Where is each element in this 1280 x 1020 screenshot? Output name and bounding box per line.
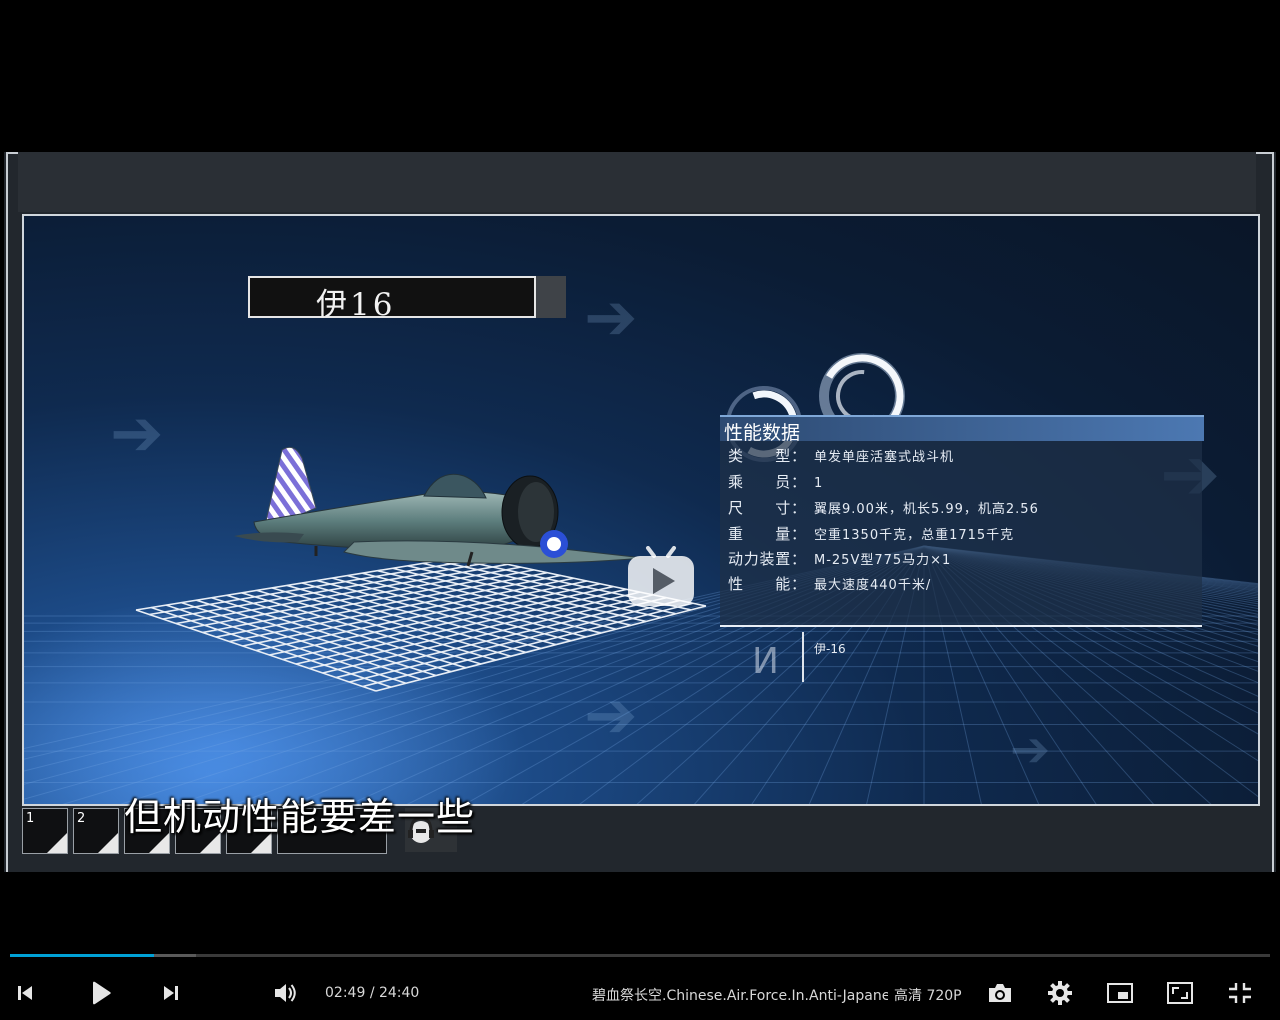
spec-label: 类 型：: [728, 447, 806, 465]
spec-row: 尺 寸： 翼展9.00米，机长5.99，机高2.56: [728, 497, 1039, 519]
fullscreen-exit-icon[interactable]: [1225, 970, 1255, 1016]
spec-label: 重 量：: [728, 525, 806, 543]
subtitle-text: 但机动性能要差一些: [124, 795, 476, 839]
next-icon[interactable]: [158, 970, 184, 1016]
volume-icon[interactable]: [270, 970, 300, 1016]
spec-value: 单发单座活塞式战斗机: [814, 450, 955, 465]
spec-value: 翼展9.00米，机长5.99，机高2.56: [814, 502, 1039, 517]
control-bar: 02:49 / 24:40 碧血祭长空.Chinese.Air.Force.In…: [0, 970, 1280, 1016]
spec-value: M-25V型775马力×1: [814, 553, 952, 568]
video-frame[interactable]: ➔ ➔ ➔ ➔ ➔: [4, 152, 1276, 872]
spec-label: 乘 员：: [728, 473, 806, 491]
duration: 24:40: [378, 985, 420, 1001]
spec-value: 最大速度440千米/: [814, 578, 932, 593]
brand-divider: [802, 632, 804, 682]
spec-row: 重 量： 空重1350千克，总重1715千克: [728, 523, 1014, 545]
settings-icon[interactable]: [1045, 970, 1075, 1016]
airplane-image: [234, 446, 645, 567]
prev-icon[interactable]: [12, 970, 38, 1016]
thumbnail-2: 2: [73, 808, 119, 854]
info-panel: 类 型： 单发单座活塞式战斗机 乘 员： 1 尺 寸： 翼展9.00米，机长5.99，…: [720, 441, 1202, 627]
spec-value: 空重1350千克，总重1715千克: [814, 528, 1015, 543]
video-top-strip: [18, 152, 1256, 212]
pip-icon[interactable]: [1105, 970, 1135, 1016]
thumbnail-number: 2: [77, 811, 86, 826]
video-scene: ➔ ➔ ➔ ➔ ➔: [22, 214, 1260, 806]
quality-selector[interactable]: 高清 720P: [894, 985, 962, 1005]
spec-row: 性 能： 最大速度440千米/: [728, 573, 931, 595]
spec-row: 动力装置： M-25V型775马力×1: [728, 548, 951, 570]
thumbnail-corner: [98, 833, 118, 853]
spec-row: 类 型： 单发单座活塞式战斗机: [728, 445, 954, 467]
web-fullscreen-icon[interactable]: [1165, 970, 1195, 1016]
spec-value: 1: [814, 476, 824, 491]
play-icon[interactable]: [86, 970, 116, 1016]
spec-row: 乘 员： 1: [728, 471, 823, 493]
progress-bar[interactable]: [10, 954, 1270, 957]
brand-name: 伊-16: [814, 642, 846, 656]
title-card-text: 伊16: [316, 287, 396, 323]
info-panel-header: 性能数据: [720, 415, 1204, 444]
spec-label: 动力装置：: [728, 550, 806, 568]
time-display: 02:49 / 24:40: [325, 985, 419, 1001]
title-card-tab: [536, 276, 566, 318]
thumbnail-1: 1: [22, 808, 68, 854]
progress-played: [10, 954, 154, 957]
spec-label: 尺 寸：: [728, 499, 806, 517]
brand-glyph: И: [752, 641, 779, 682]
time-separator: /: [369, 985, 375, 1001]
thumbnail-number: 1: [26, 811, 35, 826]
current-time: 02:49: [325, 985, 366, 1001]
spec-label: 性 能：: [728, 575, 806, 593]
bilibili-play-icon[interactable]: [626, 546, 696, 608]
thumbnail-corner: [47, 833, 67, 853]
video-title: 碧血祭长空.Chinese.Air.Force.In.Anti-Japanese…: [592, 988, 888, 1004]
player-stage: ➔ ➔ ➔ ➔ ➔: [0, 0, 1280, 1020]
title-card: 伊16: [248, 276, 566, 323]
screenshot-icon[interactable]: [985, 970, 1015, 1016]
